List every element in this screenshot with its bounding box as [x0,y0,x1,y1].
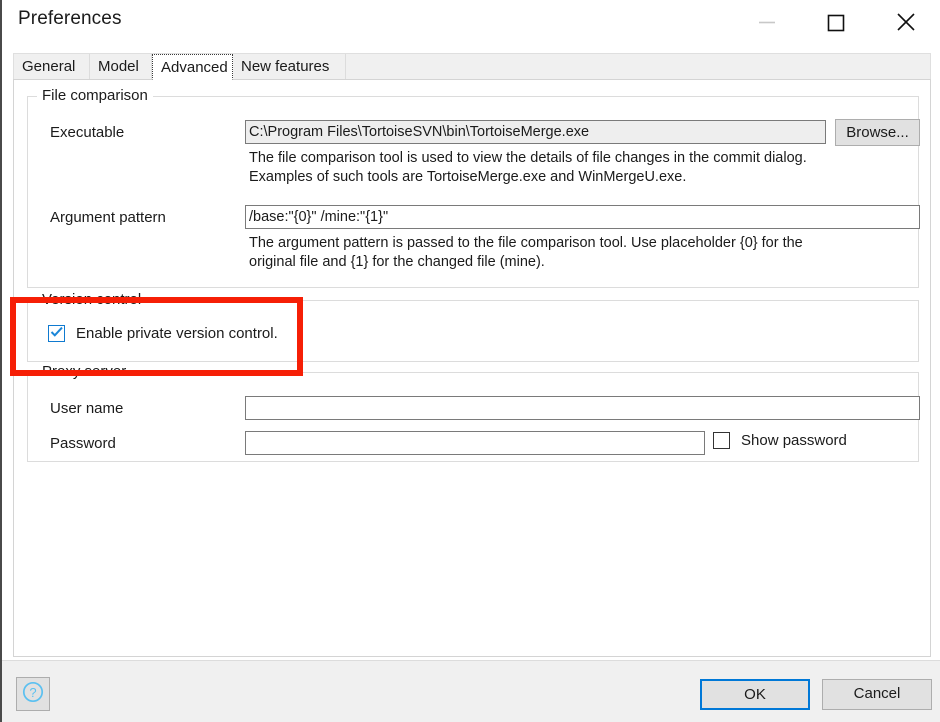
question-mark-icon: ? [21,680,45,709]
enable-private-version-control-label: Enable private version control. [76,325,278,342]
password-label: Password [50,435,116,452]
file-comparison-group: File comparison Executable C:\Program Fi… [27,87,920,288]
enable-private-version-control-checkbox[interactable] [48,325,65,342]
ok-button[interactable]: OK [700,679,810,710]
proxy-server-group: Proxy server User name Password Show pas… [27,363,920,462]
tab-advanced[interactable]: Advanced [152,54,233,80]
username-input[interactable] [245,396,920,420]
preferences-window: Preferences General Model Advanced New f… [0,0,940,722]
maximize-icon [825,11,847,33]
argument-pattern-label: Argument pattern [50,209,166,226]
show-password-row[interactable]: Show password [713,432,847,449]
argument-pattern-input[interactable]: /base:"{0}" /mine:"{1}" [245,205,920,229]
tab-general[interactable]: General [14,54,90,80]
cancel-button[interactable]: Cancel [822,679,932,710]
executable-help-text: The file comparison tool is used to view… [249,150,807,185]
executable-input[interactable]: C:\Program Files\TortoiseSVN\bin\Tortois… [245,120,826,144]
window-title: Preferences [18,8,122,29]
password-input[interactable] [245,431,705,455]
dialog-footer: ? OK Cancel [2,660,940,722]
checkmark-icon [50,325,64,343]
show-password-label: Show password [741,432,847,449]
help-button[interactable]: ? [16,677,50,711]
username-label: User name [50,400,124,417]
version-control-group: Version control Enable private version c… [27,291,919,362]
tab-strip: General Model Advanced New features [13,53,931,80]
close-button[interactable] [883,0,929,44]
enable-private-version-control-row[interactable]: Enable private version control. [48,325,278,342]
title-bar: Preferences [2,0,940,47]
svg-text:?: ? [29,685,36,700]
advanced-tab-panel: File comparison Executable C:\Program Fi… [13,79,931,657]
show-password-checkbox[interactable] [713,432,730,449]
proxy-server-group-title: Proxy server [37,363,132,380]
argument-pattern-help-text: The argument pattern is passed to the fi… [249,235,803,270]
browse-button[interactable]: Browse... [835,119,920,146]
maximize-button[interactable] [813,0,859,44]
tab-model[interactable]: Model [90,54,152,80]
version-control-group-title: Version control [37,291,147,308]
minimize-button[interactable] [744,0,790,44]
file-comparison-group-title: File comparison [37,87,153,104]
minimize-icon [756,16,778,28]
tab-new-features[interactable]: New features [233,54,346,80]
executable-label: Executable [50,124,125,141]
close-icon [894,10,918,34]
